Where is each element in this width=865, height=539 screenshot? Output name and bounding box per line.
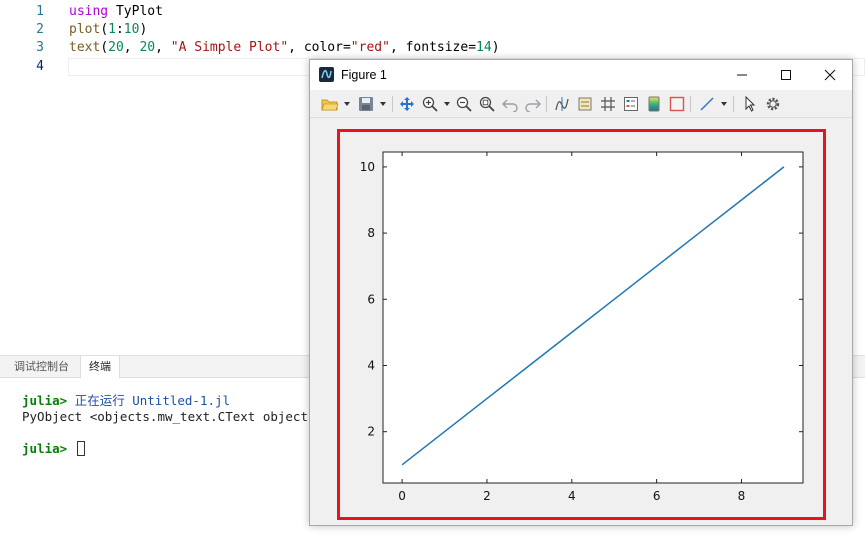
zoom-out-icon[interactable] bbox=[455, 95, 473, 113]
x-tick-label: 6 bbox=[653, 489, 661, 503]
code-token: plot bbox=[69, 22, 101, 37]
code-token: ) bbox=[491, 40, 500, 55]
colorbar-icon[interactable] bbox=[645, 95, 663, 113]
code-token: "A Simple Plot" bbox=[170, 40, 289, 55]
zoom-fit-icon[interactable] bbox=[478, 95, 496, 113]
figure-app-icon bbox=[319, 67, 334, 82]
code-token: : bbox=[115, 22, 124, 37]
open-dropdown-icon[interactable] bbox=[344, 102, 350, 106]
code-token: , fontsize= bbox=[389, 40, 477, 55]
zoom-in-icon[interactable] bbox=[421, 95, 439, 113]
code-token: 20 bbox=[108, 40, 124, 55]
code-token: text bbox=[69, 40, 101, 55]
maximize-icon bbox=[781, 70, 791, 80]
code-token: , color= bbox=[288, 40, 351, 55]
close-icon bbox=[824, 69, 836, 81]
save-icon[interactable] bbox=[357, 95, 375, 113]
tab-debug-console[interactable]: 调试控制台 bbox=[6, 356, 77, 378]
code-token: 10 bbox=[123, 22, 140, 37]
redo-icon[interactable] bbox=[524, 95, 542, 113]
figure-window-title: Figure 1 bbox=[341, 68, 387, 82]
y-tick-label: 10 bbox=[360, 160, 375, 174]
terminal-prompt: julia> bbox=[22, 393, 68, 408]
figure-window[interactable]: Figure 1 0 2 4 6 8 2 4 6 8 10 bbox=[309, 59, 853, 526]
line-style-icon[interactable] bbox=[698, 95, 716, 113]
code-token: , bbox=[155, 40, 171, 55]
y-tick-label: 4 bbox=[367, 358, 375, 372]
code-token: ) bbox=[139, 22, 148, 37]
border-icon[interactable] bbox=[668, 95, 686, 113]
toolbar-separator bbox=[392, 96, 393, 112]
code-token: 20 bbox=[139, 40, 156, 55]
code-token: , bbox=[123, 40, 140, 55]
terminal-running-text: 正在运行 Untitled-1.jl bbox=[74, 393, 231, 408]
select-icon[interactable] bbox=[741, 95, 759, 113]
code-token: using bbox=[69, 4, 109, 19]
data-cursor-icon[interactable] bbox=[553, 95, 571, 113]
zoom-dropdown-icon[interactable] bbox=[444, 102, 450, 106]
code-token: ( bbox=[100, 22, 109, 37]
code-token: "red" bbox=[350, 40, 390, 55]
close-button[interactable] bbox=[808, 60, 852, 90]
y-tick-label: 2 bbox=[367, 425, 375, 439]
code-token: TyPlot bbox=[108, 4, 163, 19]
save-dropdown-icon[interactable] bbox=[380, 102, 386, 106]
x-tick-label: 8 bbox=[738, 489, 746, 503]
minimize-button[interactable] bbox=[720, 60, 764, 90]
line-chart[interactable]: 0 2 4 6 8 2 4 6 8 10 bbox=[340, 132, 823, 517]
code-line[interactable]: 2 plot(1:10) bbox=[0, 21, 865, 39]
code-token: 1 bbox=[108, 22, 116, 37]
figure-titlebar[interactable]: Figure 1 bbox=[310, 60, 852, 90]
undo-icon[interactable] bbox=[501, 95, 519, 113]
tab-terminal[interactable]: 终端 bbox=[80, 356, 120, 378]
x-tick-label: 4 bbox=[568, 489, 576, 503]
code-token: ( bbox=[100, 40, 109, 55]
line-number: 3 bbox=[36, 40, 44, 55]
code-token: 14 bbox=[476, 40, 492, 55]
settings-icon[interactable] bbox=[764, 95, 782, 113]
line-number: 2 bbox=[36, 22, 44, 37]
y-tick-label: 8 bbox=[367, 226, 375, 240]
toolbar-separator bbox=[690, 96, 691, 112]
maximize-button[interactable] bbox=[764, 60, 808, 90]
terminal-cursor bbox=[76, 441, 85, 456]
x-tick-label: 0 bbox=[398, 489, 406, 503]
code-line[interactable]: 1 using TyPlot bbox=[0, 3, 865, 21]
toolbar-separator bbox=[733, 96, 734, 112]
terminal-line-prompt[interactable]: julia> bbox=[22, 441, 85, 457]
y-tick-label: 6 bbox=[367, 292, 375, 306]
plot-highlight-box: 0 2 4 6 8 2 4 6 8 10 bbox=[337, 129, 826, 520]
toolbar-separator bbox=[546, 96, 547, 112]
figure-toolbar bbox=[310, 90, 852, 118]
x-tick-label: 2 bbox=[483, 489, 491, 503]
code-text: using TyPlot bbox=[69, 3, 163, 21]
open-folder-icon[interactable] bbox=[321, 95, 339, 113]
line-style-dropdown-icon[interactable] bbox=[721, 102, 727, 106]
legend-icon[interactable] bbox=[622, 95, 640, 113]
code-text: plot(1:10) bbox=[69, 21, 147, 39]
terminal-output: PyObject <objects.mw_text.CText object a… bbox=[22, 409, 346, 424]
line-number: 4 bbox=[36, 59, 44, 74]
terminal-prompt-2: julia> bbox=[22, 441, 68, 456]
terminal-line-run: julia> 正在运行 Untitled-1.jl bbox=[22, 393, 230, 409]
minimize-icon bbox=[737, 74, 747, 76]
code-line[interactable]: 3 text(20, 20, "A Simple Plot", color="re… bbox=[0, 39, 865, 57]
code-text: text(20, 20, "A Simple Plot", color="red… bbox=[69, 39, 500, 57]
pan-icon[interactable] bbox=[398, 95, 416, 113]
grid-icon[interactable] bbox=[599, 95, 617, 113]
line-number: 1 bbox=[36, 4, 44, 19]
axes-icon[interactable] bbox=[576, 95, 594, 113]
